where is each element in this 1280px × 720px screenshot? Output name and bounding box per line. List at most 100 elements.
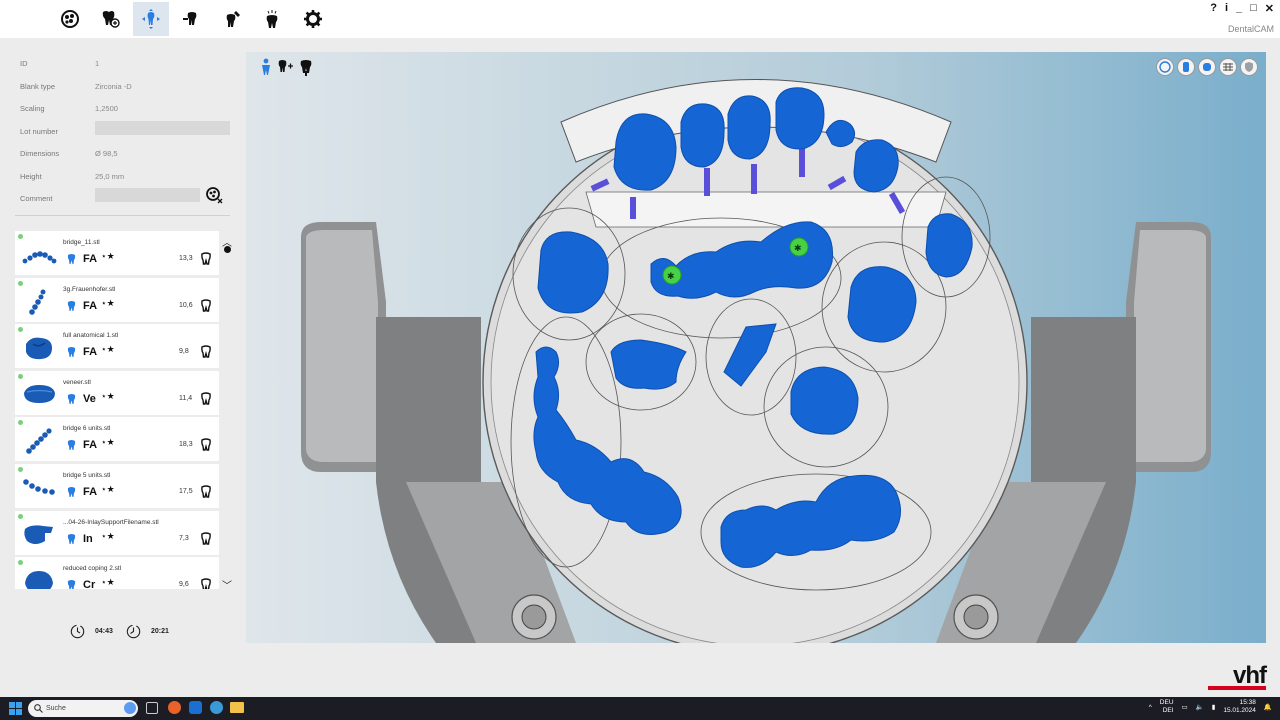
star-icon[interactable]: ⋆★: [101, 251, 115, 262]
file-explorer-icon[interactable]: [230, 702, 244, 713]
close-button[interactable]: ✕: [1265, 2, 1274, 15]
lot-number-input[interactable]: [95, 120, 230, 135]
prop-lot-number: Lot number: [15, 120, 231, 143]
coping-thumbnail: [25, 571, 53, 589]
remove-blank-icon[interactable]: [205, 186, 223, 206]
view-left-tools: [260, 58, 312, 81]
language-indicator[interactable]: DEU DEI: [1160, 699, 1174, 715]
scroll-position-indicator[interactable]: [224, 246, 231, 253]
tooth-icon: [67, 393, 76, 404]
status-dot: [18, 280, 23, 286]
tooth-status-icon[interactable]: [201, 438, 211, 452]
prop-label: Blank type: [20, 81, 56, 91]
taskbar-search-input[interactable]: Suche: [28, 700, 138, 717]
help-button[interactable]: ?: [1210, 2, 1217, 15]
list-item[interactable]: 3g.Frauenhofer.stl FA ⋆★ 10,6: [15, 277, 219, 322]
list-item[interactable]: reduced coping 2.stl Cr ⋆★ 9,6: [15, 557, 219, 589]
tooth-add-icon[interactable]: [278, 58, 294, 81]
nesting-3d-viewport[interactable]: ✱ ✱: [246, 52, 1266, 643]
list-item[interactable]: bridge 6 units.stl FA ⋆★ 18,3: [15, 417, 219, 462]
tooth-status-icon[interactable]: [201, 345, 211, 358]
star-icon[interactable]: ⋆★: [101, 391, 115, 402]
gear-icon[interactable]: [295, 2, 331, 36]
task-view-icon[interactable]: [146, 702, 158, 714]
maximize-button[interactable]: □: [1250, 2, 1257, 15]
tooth-pin-view-icon[interactable]: [300, 58, 312, 81]
view-blank-icon[interactable]: [1177, 58, 1195, 76]
bing-icon[interactable]: [124, 702, 136, 714]
blank-disc-icon[interactable]: [52, 2, 88, 36]
list-item[interactable]: bridge 5 units.stl FA ⋆★ 17,5: [15, 463, 219, 508]
outlook-icon[interactable]: [189, 701, 202, 714]
tooth-icon: [67, 254, 76, 264]
tooth-move-icon[interactable]: [133, 2, 169, 36]
list-item[interactable]: bridge_11.stl FA ⋆★ 13,3: [15, 231, 219, 275]
info-button[interactable]: i: [1225, 2, 1228, 15]
tooth-status-icon[interactable]: [201, 485, 211, 498]
view-outline-icon[interactable]: [1156, 58, 1174, 76]
crown-thumbnail: [26, 337, 52, 360]
view-cylinder-icon[interactable]: [1198, 58, 1216, 76]
view-shield-icon[interactable]: [1240, 58, 1258, 76]
bridge-thumbnail: [22, 251, 57, 264]
firefox-icon[interactable]: [168, 701, 181, 714]
job-value: 18,3: [179, 441, 193, 449]
job-value: 17,5: [179, 487, 193, 495]
prop-value: Ø 98,5: [95, 149, 118, 158]
star-icon[interactable]: ⋆★: [101, 577, 115, 588]
star-icon[interactable]: ⋆★: [101, 298, 115, 309]
status-dot: [18, 327, 23, 333]
job-type: Ve: [83, 392, 96, 405]
star-icon[interactable]: ⋆★: [101, 344, 115, 355]
main-toolbar: ? i _ □ ✕ DentalCAM: [0, 0, 1280, 38]
tooth-status-icon[interactable]: [201, 252, 211, 265]
job-type: In: [83, 532, 93, 545]
view-layers-icon[interactable]: [1219, 58, 1237, 76]
windows-start-icon[interactable]: [9, 702, 22, 715]
job-type: FA: [83, 253, 98, 265]
tooth-person-icon[interactable]: [260, 58, 272, 81]
lang-bottom: DEI: [1162, 707, 1174, 714]
list-item[interactable]: full anatomical 1.stl FA ⋆★ 9,8: [15, 324, 219, 369]
list-item[interactable]: ...04-26-InlaySupportFilename.stl In ⋆★ …: [15, 510, 219, 555]
chevron-up-icon[interactable]: ^: [1149, 704, 1152, 711]
prop-label: ID: [20, 59, 28, 68]
scroll-down-icon[interactable]: ﹀: [222, 577, 232, 592]
star-icon[interactable]: ⋆★: [101, 484, 115, 495]
list-item[interactable]: veneer.stl Ve ⋆★ 11,4: [15, 370, 219, 415]
prop-comment: Comment: [15, 187, 231, 210]
battery-icon[interactable]: ▮: [1212, 703, 1216, 711]
taskbar-clock[interactable]: 15:38 15.01.2024: [1223, 699, 1256, 715]
notification-bell-icon[interactable]: 🔔: [1264, 703, 1272, 711]
timers: 04:43 20:21: [70, 624, 230, 642]
tooth-status-icon[interactable]: [201, 531, 211, 545]
status-dot: [18, 373, 23, 379]
system-tray: ^ DEU DEI ▭ 🔈 ▮ 15:38 15.01.2024 🔔: [1149, 699, 1272, 715]
tooth-tool-icon[interactable]: [214, 2, 250, 36]
star-icon[interactable]: ⋆★: [101, 437, 115, 448]
inlay-thumbnail: [24, 524, 53, 544]
blank-holder-scene: ✱ ✱: [301, 79, 1211, 643]
tooth-import-icon[interactable]: [92, 2, 128, 36]
tooth-status-icon[interactable]: [201, 578, 211, 589]
tooth-status-icon[interactable]: [201, 298, 211, 312]
star-icon[interactable]: ⋆★: [101, 531, 115, 542]
job-name: full anatomical 1.stl: [63, 332, 119, 340]
bridge-thumbnail: [29, 289, 46, 315]
minimize-button[interactable]: _: [1236, 2, 1242, 15]
app-icon[interactable]: [210, 701, 223, 714]
view-right-tools: [1156, 58, 1258, 76]
status-dot: [18, 560, 23, 566]
tooth-pin-icon[interactable]: [174, 2, 210, 36]
date: 15.01.2024: [1223, 707, 1256, 714]
tooth-spark-icon[interactable]: [254, 2, 290, 36]
job-list[interactable]: bridge_11.stl FA ⋆★ 13,3 3g.Frauenhofer.…: [15, 231, 219, 589]
volume-icon[interactable]: 🔈: [1196, 703, 1204, 711]
network-icon[interactable]: ▭: [1182, 703, 1188, 711]
comment-input[interactable]: [95, 188, 200, 202]
tooth-status-icon[interactable]: [201, 392, 211, 405]
status-dot: [18, 466, 23, 472]
job-name: bridge 5 units.stl: [63, 471, 111, 479]
job-type: FA: [83, 299, 98, 312]
prop-height: Height 25,0 mm: [15, 165, 231, 188]
